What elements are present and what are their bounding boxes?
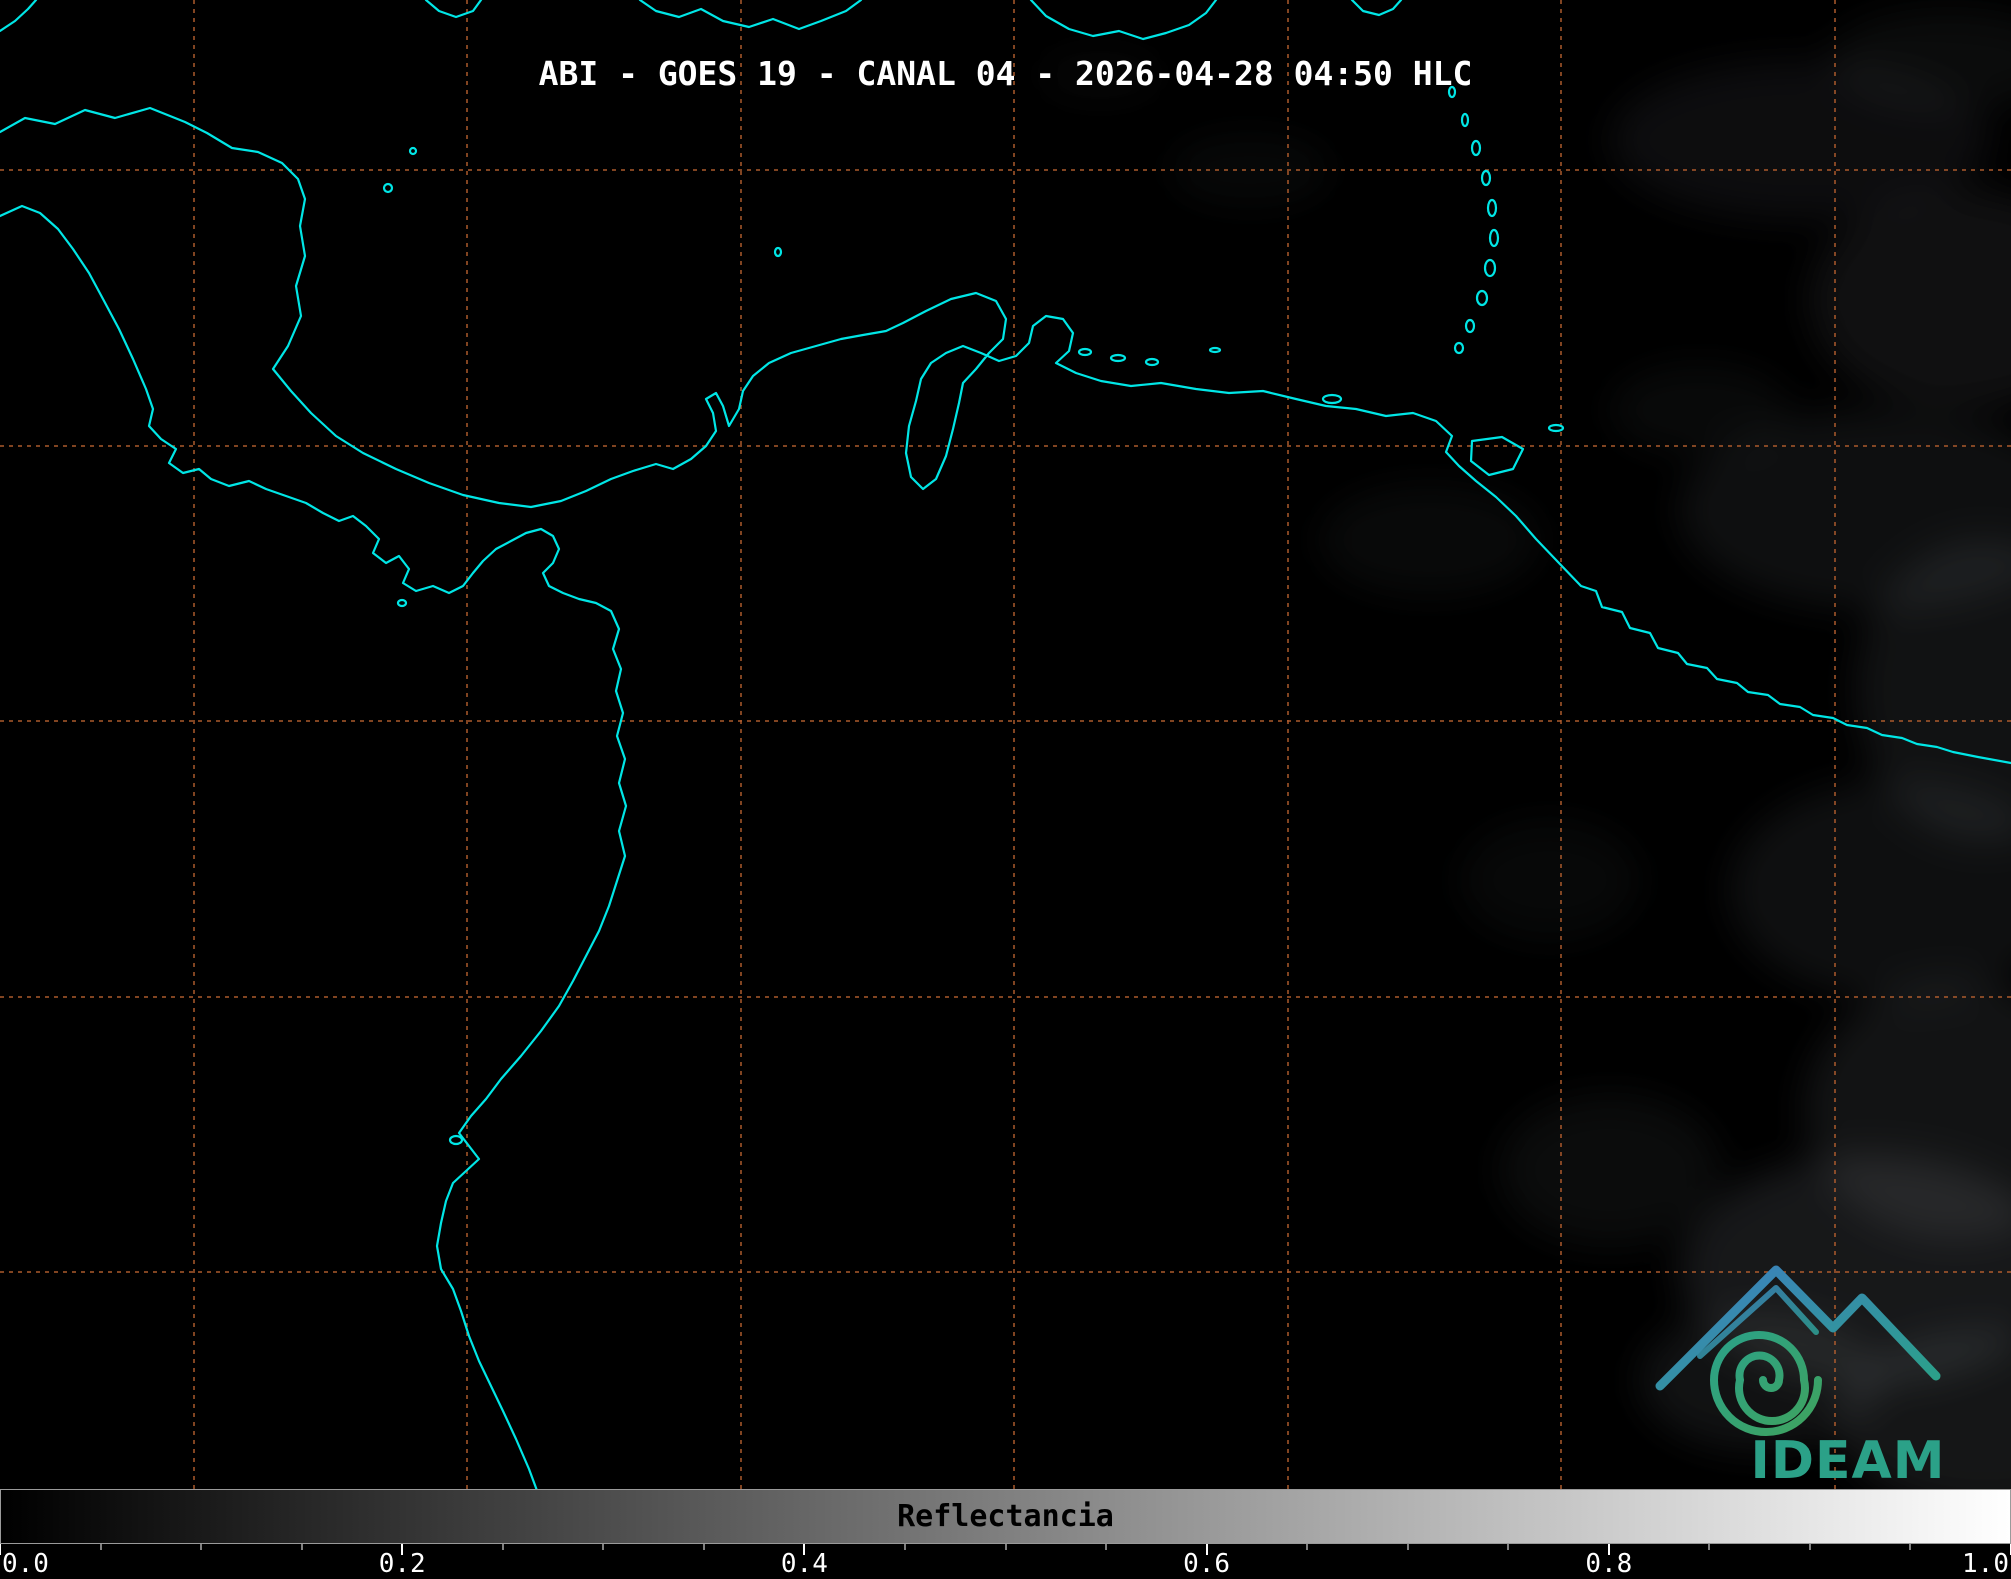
colorbar-tick-label: 0.2	[378, 1549, 426, 1579]
island-outline	[1488, 228, 1500, 248]
minor-tick-mark	[1708, 1544, 1710, 1550]
minor-tick-mark	[1105, 1544, 1107, 1550]
island-outline	[1464, 318, 1476, 334]
coastline-path	[0, 204, 628, 1577]
minor-tick-mark	[1507, 1544, 1509, 1550]
minor-tick-mark	[1909, 1544, 1911, 1550]
ideam-logo: IDEAM	[1648, 1248, 1948, 1493]
colorbar: Reflectancia	[0, 1489, 2011, 1544]
major-tick-mark	[0, 1544, 1, 1555]
colorbar-axis: 0.0 0.2 0.4 0.6 0.8 1.0	[0, 1544, 2011, 1577]
island-outline	[1483, 258, 1497, 278]
island-outline	[1077, 347, 1093, 357]
colorbar-tick-label: 0.8	[1585, 1549, 1633, 1579]
island-outline	[773, 246, 783, 258]
minor-tick-mark	[200, 1544, 202, 1550]
island-outline	[1208, 346, 1222, 354]
mountain-icon	[1655, 1265, 1941, 1391]
coastline-path	[638, 0, 863, 31]
island-outline	[1547, 423, 1565, 433]
minor-tick-mark	[502, 1544, 504, 1550]
ideam-logo-icon	[1655, 1265, 1941, 1436]
island-outline	[1144, 357, 1160, 367]
island-outline	[1486, 198, 1498, 218]
island-outline	[1460, 112, 1470, 128]
island-outline	[1480, 169, 1492, 187]
island-outline	[1321, 393, 1343, 405]
island-outline	[1475, 289, 1489, 307]
island-outline	[382, 182, 394, 194]
island-outline	[1453, 341, 1465, 355]
colorbar-label: Reflectancia	[897, 1499, 1114, 1534]
minor-tick-mark	[703, 1544, 705, 1550]
colorbar-tick-label: 0.0	[2, 1549, 49, 1579]
minor-tick-mark	[100, 1544, 102, 1550]
minor-tick-mark	[1005, 1544, 1006, 1550]
coastline-path	[424, 0, 483, 19]
minor-tick-mark	[301, 1544, 303, 1550]
colorbar-tick-label: 1.0	[1962, 1549, 2009, 1579]
minor-tick-mark	[602, 1544, 604, 1550]
ideam-logo-text: IDEAM	[1750, 1431, 1946, 1491]
coastline-path	[0, 0, 38, 33]
minor-tick-mark	[1306, 1544, 1308, 1550]
minor-tick-mark	[1809, 1544, 1811, 1550]
island-outline	[448, 1134, 464, 1146]
minor-tick-mark	[904, 1544, 906, 1550]
island-outline	[1470, 139, 1482, 157]
island-outline	[408, 146, 418, 156]
colorbar-tick-label: 0.6	[1183, 1549, 1231, 1579]
colorbar-tick-label: 0.4	[780, 1549, 828, 1579]
island-outline	[1109, 353, 1127, 363]
spiral-icon	[1709, 1331, 1822, 1436]
coastline-path	[1350, 0, 1403, 17]
island-outline	[396, 598, 408, 608]
coastline-path	[1469, 435, 1525, 477]
image-title: ABI - GOES 19 - CANAL 04 - 2026-04-28 04…	[538, 54, 1473, 93]
coastline-path	[1029, 0, 1218, 41]
minor-tick-mark	[1407, 1544, 1409, 1550]
